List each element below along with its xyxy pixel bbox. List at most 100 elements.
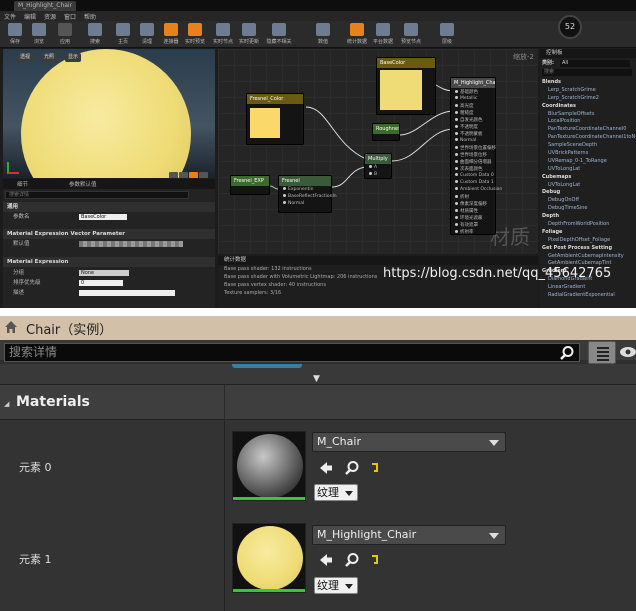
node-roughness[interactable]: Roughness [372, 123, 400, 141]
materials-category-header[interactable]: ◢ Materials [0, 384, 636, 421]
details-category-general[interactable]: 通用 [3, 202, 215, 212]
param-name-field[interactable]: BaseColor [79, 214, 127, 220]
details-category-vector-param[interactable]: Material Expression Vector Parameter [3, 229, 215, 239]
collapse-triangle-icon[interactable]: ◢ [4, 400, 9, 408]
toolbar-hide-unrelated-button[interactable]: 隐藏不相关 [266, 23, 292, 46]
palette-item[interactable]: PanTextureCoordinateChannel0 [542, 126, 636, 134]
fresnel-color-swatch [250, 108, 280, 138]
grid-icon [597, 347, 609, 361]
palette-item[interactable]: UVToLongLat [542, 166, 636, 174]
palette-item[interactable]: LocalPosition [542, 118, 636, 126]
tab-details[interactable]: 细节 [17, 180, 28, 188]
menu-edit[interactable]: 编辑 [24, 12, 36, 21]
search-icon[interactable] [559, 345, 575, 361]
details-search-input[interactable]: 搜索详情 [4, 343, 580, 362]
element-1-texture-button[interactable]: 纹理 [314, 577, 358, 594]
element-0-material-combo[interactable]: M_Chair [312, 432, 506, 452]
viewport-show-button[interactable]: 显示 [65, 53, 82, 62]
menu-assets[interactable]: 资源 [44, 12, 56, 21]
menu-file[interactable]: 文件 [4, 12, 16, 21]
palette-category[interactable]: Foliage [542, 229, 636, 237]
expand-arrow-icon[interactable]: ▼ [313, 374, 320, 384]
node-fresnel[interactable]: Fresnel Exponentin BaseReflectFractionIn… [278, 175, 337, 213]
node-output[interactable]: M_Highlight_Chair 基础颜色 Metallic 高光度 粗糙度 … [450, 77, 502, 235]
palette-item[interactable]: GetAmbientCubemapIntensity [542, 253, 636, 261]
stats-icon [316, 23, 330, 36]
toolbar-live-update-button[interactable]: 实时更新 [238, 23, 260, 46]
palette-item[interactable]: PixelDepthOffset_Foliage [542, 237, 636, 245]
element-1-material-combo[interactable]: M_Highlight_Chair [312, 525, 506, 545]
group-dropdown[interactable]: None [79, 270, 129, 276]
browse-magnifier-icon[interactable] [344, 460, 360, 476]
use-selected-arrow-icon[interactable] [318, 460, 334, 476]
element-0-thumbnail[interactable] [232, 431, 306, 501]
browse-magnifier-icon[interactable] [344, 552, 360, 568]
palette-category[interactable]: Depth [542, 213, 636, 221]
viewport-perspective-button[interactable]: 透视 [17, 53, 34, 62]
element-1-thumbnail[interactable] [232, 523, 306, 593]
menu-help[interactable]: 帮助 [84, 12, 96, 21]
default-value-color-bar[interactable] [79, 241, 183, 247]
palette-category-select[interactable]: 类别: All [542, 60, 632, 67]
sphere-icon[interactable] [179, 172, 188, 178]
palette-category[interactable]: Blends [542, 79, 636, 87]
toolbar-apply-button[interactable]: 应用 [54, 23, 76, 46]
toolbar-stats-button[interactable]: 数值 [312, 23, 334, 46]
viewport-lit-button[interactable]: 光照 [41, 53, 58, 62]
palette-item[interactable]: LinearGradient [542, 284, 636, 292]
toolbar-preview-nodes-button[interactable]: 预览节点 [400, 23, 422, 46]
palette-category[interactable]: Debug [542, 189, 636, 197]
toolbar-live-nodes-button[interactable]: 实时节点 [212, 23, 234, 46]
toolbar-hierarchy-button[interactable]: 层级 [436, 23, 458, 46]
toolbar-platform-stats-button[interactable]: 平台数据 [372, 23, 394, 46]
use-selected-arrow-icon[interactable] [318, 552, 334, 568]
reset-to-default-icon[interactable] [368, 552, 384, 568]
cube-icon[interactable] [199, 172, 208, 178]
editor-window-tab[interactable]: M_Highlight_Chair [14, 1, 76, 11]
node-fresnel-exp[interactable]: Fresnel_EXP [230, 175, 270, 195]
palette-item[interactable]: Lerp_ScratchGrime2 [542, 95, 636, 103]
chair-material-sphere [237, 434, 303, 498]
property-matrix-button[interactable] [588, 341, 616, 364]
element-0-texture-button[interactable]: 纹理 [314, 484, 358, 501]
node-fresnel-color[interactable]: Fresnel_Color [246, 93, 304, 145]
palette-item[interactable]: DebugTimeSine [542, 205, 636, 213]
details-category-material-expression[interactable]: Material Expression [3, 257, 215, 267]
details-search-input[interactable]: 搜索详情 [5, 191, 189, 199]
reset-to-default-icon[interactable] [368, 460, 384, 476]
palette-category[interactable]: Coordinates [542, 103, 636, 111]
palette-item[interactable]: DebugOnOff [542, 197, 636, 205]
eye-icon[interactable] [620, 346, 636, 358]
menu-window[interactable]: 窗口 [64, 12, 76, 21]
column-divider[interactable] [224, 420, 225, 611]
palette-item[interactable]: SampleSceneDepth [542, 142, 636, 150]
hierarchy-icon [440, 23, 454, 36]
palette-item[interactable]: RadialGradientExponential [542, 292, 636, 300]
node-multiply[interactable]: Multiply A B [364, 153, 392, 179]
details-row-group: 分组 None [3, 268, 215, 278]
element-1-label: 元素 1 [19, 553, 52, 566]
toolbar-search-button[interactable]: 搜索 [84, 23, 106, 46]
palette-item[interactable]: BlurSampleOffsets [542, 111, 636, 119]
description-field[interactable] [79, 290, 175, 296]
palette-item[interactable]: UVRemap_0-1_ToRange [542, 158, 636, 166]
palette-item[interactable]: Lerp_ScratchGrime [542, 87, 636, 95]
palette-category[interactable]: Cubemaps [542, 174, 636, 182]
toolbar-browse-button[interactable]: 浏览 [28, 23, 50, 46]
palette-search-input[interactable]: 搜索 [542, 69, 632, 76]
palette-item[interactable]: DepthFromWorldPosition [542, 221, 636, 229]
sort-priority-field[interactable]: 0 [79, 280, 123, 286]
toolbar-statistics-button[interactable]: 统计数据 [346, 23, 368, 46]
preview-viewport[interactable]: 透视 光照 显示 [3, 49, 215, 178]
material-graph[interactable]: 缩放-2 材质 BaseColor Fresnel_Color Fresnel_… [218, 49, 538, 254]
palette-item[interactable]: UVToLongLat [542, 182, 636, 190]
node-base-color[interactable]: BaseColor [376, 57, 436, 115]
plane-icon[interactable] [189, 172, 198, 178]
palette-item[interactable]: PanTextureCoordinateChannel1toN [542, 134, 636, 142]
element-1-asset-actions [318, 552, 388, 568]
palette-category[interactable]: Get Post Process Setting [542, 245, 636, 253]
cylinder-icon[interactable] [169, 172, 178, 178]
tab-parameter-defaults[interactable]: 参数默认值 [69, 180, 97, 188]
palette-item[interactable]: UVBrickPatterns [542, 150, 636, 158]
toolbar-live-preview-button[interactable]: 实时预览 [184, 23, 206, 46]
